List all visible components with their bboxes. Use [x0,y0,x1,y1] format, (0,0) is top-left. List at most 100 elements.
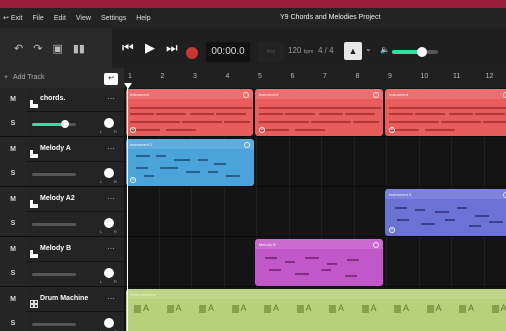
track-name[interactable]: Melody A [40,145,71,152]
midi-note [216,113,246,115]
loop-icon[interactable] [373,92,379,98]
solo-button[interactable]: S [0,262,26,286]
clip-label: Instrument 2 [130,142,153,147]
track-volume-slider[interactable] [32,273,76,276]
midi-note [449,107,506,109]
midi-note [186,171,200,173]
mixer-icon[interactable]: ▮▮ [73,42,85,55]
midi-note [160,167,178,169]
pan-left-label: L [100,179,103,184]
chevron-down-icon[interactable]: ⌄ [365,44,372,53]
track-volume-handle[interactable] [61,120,69,128]
clip[interactable]: Drum Machine A A A A A A A A A A A A [126,289,506,331]
drum-pattern-block[interactable]: A [459,303,474,313]
pan-knob[interactable] [104,268,114,278]
add-icon[interactable]: + [130,177,136,183]
key-selector[interactable]: Key [258,42,284,62]
more-icon[interactable]: … [107,142,115,151]
midi-note [483,121,506,123]
drum-pattern-block[interactable]: A [134,303,149,313]
drum-pattern-block[interactable]: A [199,303,214,313]
drum-pattern-block[interactable]: A [426,303,442,313]
loop-icon[interactable] [243,92,249,98]
timeline-ruler[interactable]: 1 2 3 4 5 6 7 8 9 10 11 12 [124,68,506,88]
add-icon[interactable]: + [130,127,136,133]
drum-pattern-block[interactable]: A [231,303,247,313]
scroll-to-playhead-icon[interactable]: ↩ [104,73,118,85]
track-lane[interactable]: Instrument 2 + [124,138,506,187]
clip[interactable]: Instrument 2 + [126,139,254,186]
tempo-display[interactable]: 120 bpm [288,46,313,55]
track-name[interactable]: chords. [40,95,65,102]
clip[interactable]: Melody B [255,239,383,286]
pan-knob[interactable] [104,168,114,178]
time-signature[interactable]: 4 / 4 [318,46,334,55]
track-volume-slider[interactable] [32,323,76,326]
track-lane[interactable]: Drum Machine A A A A A A A A A A A A [124,288,506,331]
loop-icon[interactable] [244,142,250,148]
track-name[interactable]: Melody B [40,245,71,252]
drum-pattern-block[interactable]: A [361,303,377,313]
clip[interactable]: Instrument + [255,89,383,136]
drum-pattern-block[interactable]: A [491,303,506,313]
drum-pattern-block[interactable]: A [394,303,409,313]
mute-button[interactable]: M [0,288,26,312]
solo-button[interactable]: S [0,112,26,136]
pan-knob[interactable] [104,218,114,228]
playhead-handle[interactable] [124,83,132,89]
drum-pattern-block[interactable]: A [296,303,312,313]
menu-edit[interactable]: Edit [49,15,71,22]
track-volume-slider[interactable] [32,120,76,128]
solo-button[interactable]: S [0,162,26,186]
skip-forward-icon[interactable]: ⏭ [166,40,178,56]
add-icon[interactable]: + [389,227,395,233]
solo-button[interactable]: S [0,212,26,236]
mute-button[interactable]: M [0,238,26,262]
more-icon[interactable]: … [107,192,115,201]
track-volume-slider[interactable] [32,173,76,176]
undo-icon[interactable]: ↶ [14,42,23,55]
track-name[interactable]: Melody A2 [40,195,75,202]
drum-pattern-block[interactable]: A [264,303,279,313]
track-header[interactable]: M S Melody A … L R [0,138,124,187]
track-header[interactable]: M Schords. … L R [0,88,124,137]
track-lane[interactable]: Instrument 3 + [124,188,506,237]
more-icon[interactable]: … [107,242,115,251]
more-icon[interactable]: … [107,92,115,101]
track-volume-slider[interactable] [32,223,76,226]
mute-button[interactable]: M [0,188,26,212]
clip[interactable]: Instrument 3 + [385,189,506,236]
track-header[interactable]: MSDrum Machine…LR [0,288,124,331]
drum-pattern-block[interactable]: A [329,303,344,313]
loop-icon[interactable]: ▣ [52,42,62,55]
menu-file[interactable]: File [28,15,49,22]
track-lane[interactable]: Instrument + Instrument + Instrument + [124,88,506,137]
add-track-button[interactable]: + Add Track ↩ [0,68,124,88]
clip[interactable]: Instrument + [385,89,506,136]
loop-icon[interactable] [373,242,379,248]
solo-button[interactable]: S [0,312,26,331]
menu-settings[interactable]: Settings [96,15,131,22]
master-volume-handle[interactable] [416,47,427,57]
track-header[interactable]: M S Melody B … L R [0,238,124,287]
clip[interactable]: Instrument + [126,89,253,136]
add-icon[interactable]: + [259,127,265,133]
metronome-button[interactable]: ▲ [344,42,362,60]
menu-help[interactable]: Help [131,15,155,22]
track-header[interactable]: M S Melody A2 … L R [0,188,124,237]
mute-button[interactable]: M [0,88,26,112]
pan-knob[interactable] [104,118,114,128]
pan-knob[interactable] [104,318,114,328]
menu-view[interactable]: View [71,15,96,22]
drum-pattern-block[interactable]: A [166,303,182,313]
track-lane[interactable]: Melody B [124,238,506,287]
redo-icon[interactable]: ↷ [33,42,42,55]
track-name[interactable]: Drum Machine [40,295,88,302]
exit-button[interactable]: ↩ Exit [0,14,28,23]
more-icon[interactable]: … [107,292,115,301]
record-button[interactable] [186,47,198,59]
add-icon[interactable]: + [389,127,395,133]
mute-button[interactable]: M [0,138,26,162]
play-icon[interactable]: ▶ [145,40,155,56]
skip-back-icon[interactable]: ⏮ [122,40,134,56]
